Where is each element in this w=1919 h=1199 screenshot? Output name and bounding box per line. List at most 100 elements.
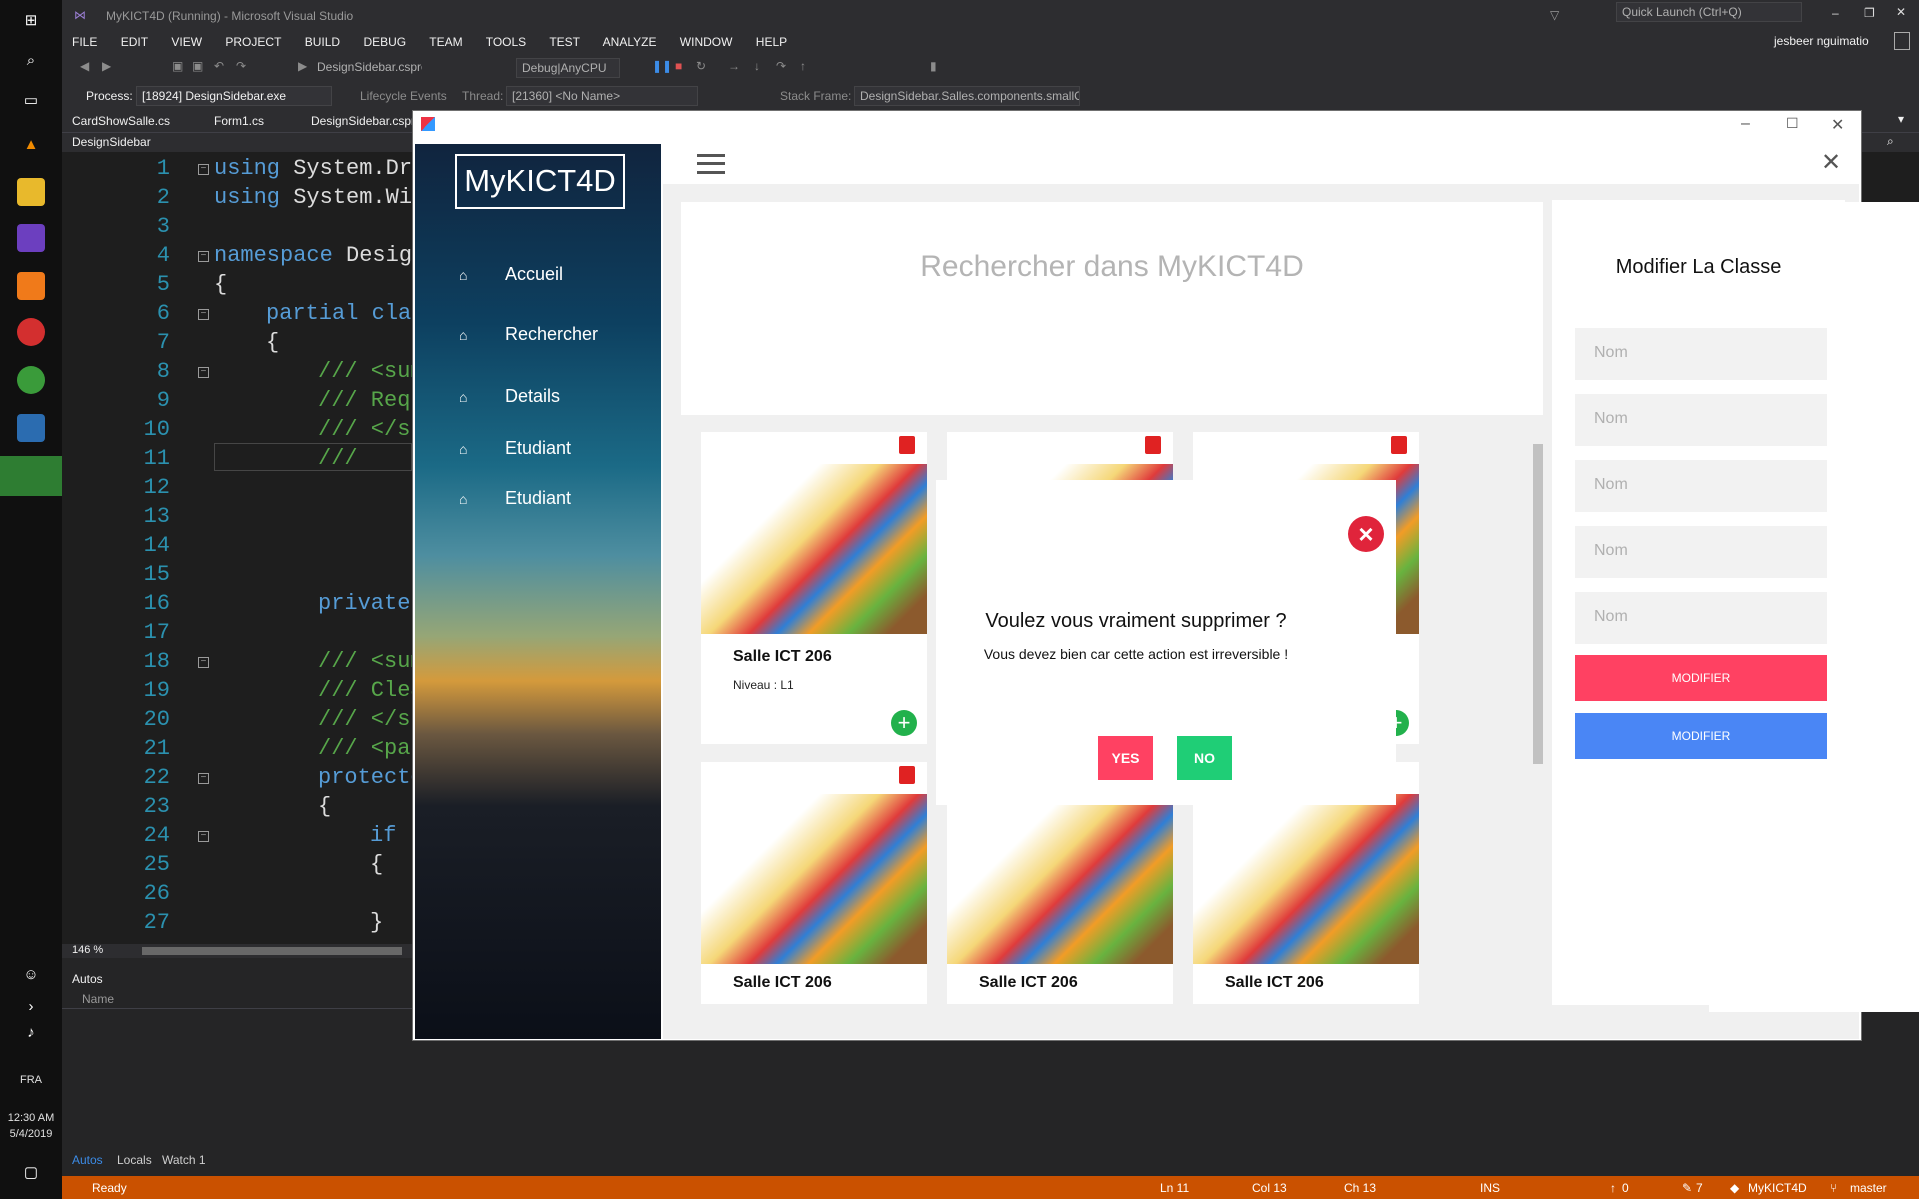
- status-unpushed[interactable]: 0: [1622, 1181, 1629, 1195]
- step-into-icon[interactable]: ↓: [754, 59, 760, 73]
- project-select[interactable]: DesignSidebar.csproj: [312, 58, 422, 78]
- task-view-icon[interactable]: ▭: [17, 86, 45, 114]
- status-edits[interactable]: 7: [1696, 1181, 1703, 1195]
- menu-file[interactable]: FILE: [72, 35, 97, 49]
- sidebar-item-etudiant[interactable]: ⌂ Etudiant: [459, 438, 571, 459]
- visual-studio-icon[interactable]: [17, 224, 45, 252]
- file-explorer-icon[interactable]: [17, 178, 45, 206]
- vlc-icon[interactable]: ▲: [17, 130, 45, 158]
- yes-button[interactable]: YES: [1098, 736, 1153, 780]
- clock-time[interactable]: 12:30 AM: [0, 1110, 62, 1126]
- fold-toggle[interactable]: −: [198, 251, 209, 262]
- add-icon[interactable]: +: [891, 710, 917, 736]
- search-icon[interactable]: ⌕: [1887, 134, 1894, 149]
- menu-analyze[interactable]: ANALYZE: [603, 35, 657, 49]
- thread-select[interactable]: [21360] <No Name>: [506, 86, 698, 106]
- people-icon[interactable]: ☺: [17, 960, 45, 988]
- nav-project-select[interactable]: DesignSidebar: [72, 135, 151, 149]
- close-icon[interactable]: ✕: [1896, 5, 1906, 19]
- salle-card[interactable]: Salle ICT 206 Niveau : L1 +: [701, 432, 927, 744]
- status-repo[interactable]: MyKICT4D: [1748, 1181, 1807, 1195]
- menu-view[interactable]: VIEW: [171, 35, 202, 49]
- fold-toggle[interactable]: −: [198, 657, 209, 668]
- active-app-icon[interactable]: [0, 456, 62, 496]
- tab-locals[interactable]: Locals: [117, 1153, 152, 1167]
- sidebar-item-rechercher[interactable]: ⌂ Rechercher: [459, 324, 598, 345]
- pause-icon[interactable]: ❚❚: [652, 59, 672, 73]
- vivaldi-icon[interactable]: [17, 318, 45, 346]
- menu-team[interactable]: TEAM: [429, 35, 462, 49]
- nom-field[interactable]: Nom: [1575, 394, 1827, 446]
- search-panel[interactable]: Rechercher dans MyKICT4D: [681, 202, 1543, 415]
- delete-icon[interactable]: [899, 766, 915, 784]
- modifier-button[interactable]: MODIFIER: [1575, 655, 1827, 701]
- tab-autos[interactable]: Autos: [72, 1153, 103, 1167]
- nom-field[interactable]: Nom: [1575, 460, 1827, 512]
- fold-toggle[interactable]: −: [198, 367, 209, 378]
- fold-toggle[interactable]: −: [198, 309, 209, 320]
- code-editor[interactable]: 1 2 3 4 5 6 7 8 9 10 11 12 13 14 15 16 1…: [62, 152, 425, 944]
- notifications-icon[interactable]: ▢: [17, 1158, 45, 1186]
- step-out-icon[interactable]: ↑: [800, 59, 806, 73]
- scrollbar-thumb[interactable]: [1533, 444, 1543, 764]
- save-all-icon[interactable]: ▣: [192, 59, 203, 73]
- stop-icon[interactable]: ■: [675, 59, 682, 73]
- menu-debug[interactable]: DEBUG: [363, 35, 406, 49]
- hamburger-menu-icon[interactable]: [697, 154, 725, 174]
- tab-watch1[interactable]: Watch 1: [162, 1153, 206, 1167]
- undo-icon[interactable]: ↶: [214, 59, 224, 73]
- clock-date[interactable]: 5/4/2019: [0, 1126, 62, 1142]
- menu-help[interactable]: HELP: [756, 35, 787, 49]
- menu-window[interactable]: WINDOW: [680, 35, 733, 49]
- cards-scrollbar[interactable]: [1531, 424, 1545, 1004]
- no-button[interactable]: NO: [1177, 736, 1232, 780]
- fold-toggle[interactable]: −: [198, 773, 209, 784]
- app-logo[interactable]: MyKICT4D: [455, 154, 625, 209]
- input-language[interactable]: FRA: [0, 1072, 62, 1088]
- zoom-level[interactable]: 146 %: [72, 944, 103, 956]
- menu-project[interactable]: PROJECT: [225, 35, 281, 49]
- restart-icon[interactable]: ↻: [696, 59, 706, 73]
- user-avatar[interactable]: [1894, 32, 1910, 50]
- close-icon[interactable]: ✕: [1831, 115, 1844, 135]
- menu-edit[interactable]: EDIT: [121, 35, 148, 49]
- forward-icon[interactable]: ▶: [102, 59, 111, 73]
- app-icon[interactable]: [17, 272, 45, 300]
- volume-icon[interactable]: ♪: [17, 1018, 45, 1046]
- back-icon[interactable]: ◀: [80, 59, 89, 73]
- config-select[interactable]: Debug|AnyCPU: [516, 58, 620, 78]
- menu-test[interactable]: TEST: [549, 35, 580, 49]
- restore-icon[interactable]: ❐: [1864, 6, 1875, 20]
- tab-cardshowsalle[interactable]: CardShowSalle.cs: [72, 114, 170, 128]
- menu-tools[interactable]: TOOLS: [486, 35, 526, 49]
- app-gallery-icon[interactable]: [17, 414, 45, 442]
- modifier-secondary-button[interactable]: MODIFIER: [1575, 713, 1827, 759]
- sidebar-item-etudiant-2[interactable]: ⌂ Etudiant: [459, 488, 571, 509]
- fold-toggle[interactable]: −: [198, 164, 209, 175]
- delete-icon[interactable]: [1391, 436, 1407, 454]
- process-select[interactable]: [18924] DesignSidebar.exe: [136, 86, 332, 106]
- tab-overflow-icon[interactable]: ▾: [1898, 112, 1904, 126]
- horizontal-scrollbar[interactable]: [142, 947, 402, 955]
- lifecycle-events[interactable]: Lifecycle Events: [360, 89, 447, 103]
- nom-field[interactable]: Nom: [1575, 328, 1827, 380]
- nom-field[interactable]: Nom: [1575, 526, 1827, 578]
- close-icon[interactable]: ✕: [1821, 148, 1841, 177]
- delete-icon[interactable]: [899, 436, 915, 454]
- user-name[interactable]: jesbeer nguimatio: [1774, 34, 1869, 48]
- filter-icon[interactable]: ▽: [1550, 8, 1559, 22]
- quick-launch-input[interactable]: Quick Launch (Ctrl+Q): [1616, 2, 1802, 22]
- save-icon[interactable]: ▣: [172, 59, 183, 73]
- sidebar-item-details[interactable]: ⌂ Details: [459, 386, 560, 407]
- stack-frame-select[interactable]: DesignSidebar.Salles.components.smallCc: [854, 86, 1080, 106]
- tab-form1[interactable]: Form1.cs: [214, 114, 264, 128]
- minimize-icon[interactable]: –: [1832, 6, 1839, 20]
- step-over-icon[interactable]: ↷: [776, 59, 786, 73]
- app-green-icon[interactable]: [17, 366, 45, 394]
- tab-designsidebar[interactable]: DesignSidebar.cspr: [311, 114, 415, 128]
- chevron-right-icon[interactable]: ›: [17, 992, 45, 1020]
- step-icon[interactable]: →: [728, 59, 740, 73]
- bookmark-icon[interactable]: ▮: [930, 59, 937, 73]
- search-icon[interactable]: ⌕: [17, 46, 45, 74]
- delete-icon[interactable]: [1145, 436, 1161, 454]
